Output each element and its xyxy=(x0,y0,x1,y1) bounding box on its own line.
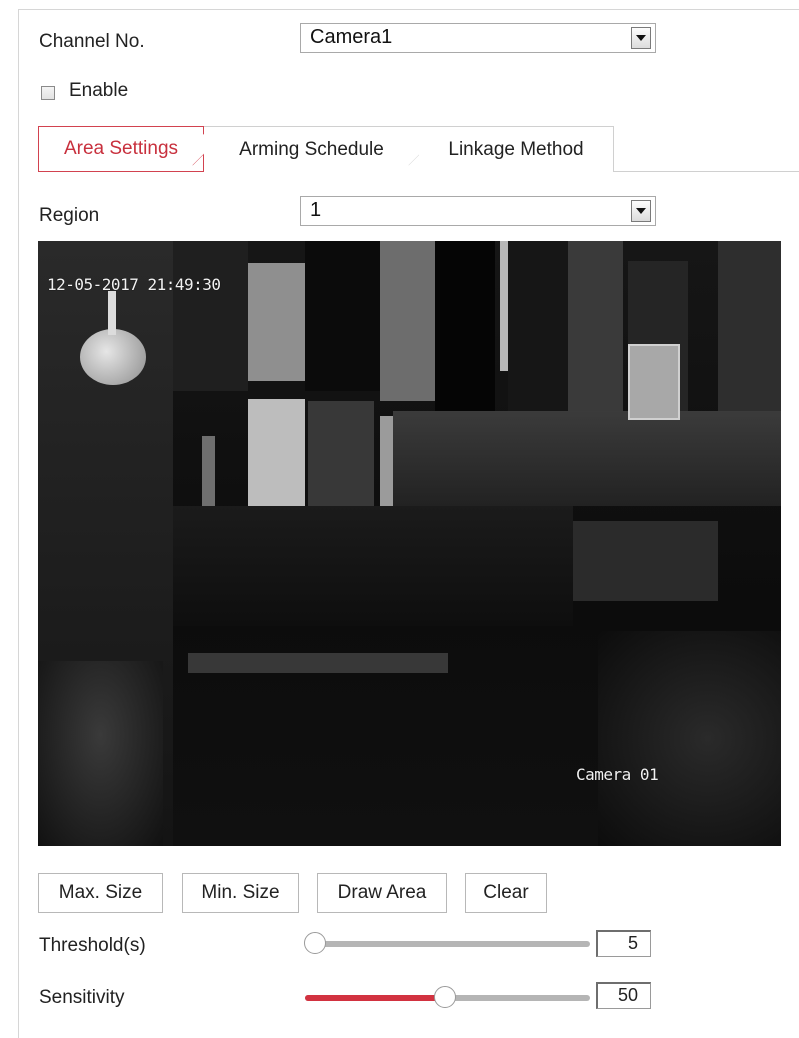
sensitivity-slider-fill xyxy=(305,995,445,1001)
tab-label: Area Settings xyxy=(63,138,179,159)
video-preview[interactable]: 12-05-2017 21:49:30 Camera 01 xyxy=(38,241,781,846)
channel-select-value: Camera1 xyxy=(310,26,393,48)
video-panel xyxy=(435,241,495,421)
video-dome-camera xyxy=(80,329,146,385)
threshold-label: Threshold(s) xyxy=(39,935,146,956)
channel-select[interactable]: Camera1 xyxy=(300,23,656,53)
sensitivity-slider-handle[interactable] xyxy=(434,986,456,1008)
video-bollard xyxy=(202,436,215,506)
video-ground xyxy=(173,506,573,626)
min-size-button[interactable]: Min. Size xyxy=(182,873,299,913)
video-camera-name: Camera 01 xyxy=(576,765,659,784)
chevron-down-icon[interactable] xyxy=(631,27,651,49)
tab-area-settings[interactable]: Area Settings xyxy=(38,126,204,172)
video-panel xyxy=(173,241,248,391)
sensitivity-label: Sensitivity xyxy=(39,987,125,1008)
chevron-down-icon[interactable] xyxy=(631,200,651,222)
video-panel xyxy=(380,241,435,401)
channel-label: Channel No. xyxy=(39,31,145,52)
max-size-button[interactable]: Max. Size xyxy=(38,873,163,913)
video-shrub-right xyxy=(598,631,781,846)
video-panel xyxy=(305,241,380,391)
video-panel xyxy=(508,241,568,421)
enable-checkbox[interactable] xyxy=(41,86,55,100)
tab-label: Arming Schedule xyxy=(239,138,384,160)
region-label: Region xyxy=(39,205,100,226)
draw-area-button[interactable]: Draw Area xyxy=(317,873,447,913)
panel-left-border xyxy=(18,9,19,1038)
tab-label: Linkage Method xyxy=(448,138,584,160)
video-camera-arm xyxy=(108,291,116,335)
region-select[interactable]: 1 xyxy=(300,196,656,226)
video-shrub-left xyxy=(38,661,163,846)
panel-top-border xyxy=(18,9,799,10)
threshold-slider-track[interactable] xyxy=(305,941,590,947)
video-panel xyxy=(568,241,623,421)
video-timestamp: 12-05-2017 21:49:30 xyxy=(47,275,221,294)
video-panel xyxy=(308,401,374,506)
region-select-value: 1 xyxy=(310,199,322,221)
clear-button[interactable]: Clear xyxy=(465,873,547,913)
parking-sign xyxy=(628,344,680,420)
threshold-input[interactable]: 5 xyxy=(596,930,651,957)
sensitivity-input[interactable]: 50 xyxy=(596,982,651,1009)
video-pillar xyxy=(500,241,508,371)
video-reflection xyxy=(188,653,448,673)
enable-label: Enable xyxy=(69,80,129,101)
video-panel xyxy=(248,399,305,507)
tab-arming-schedule[interactable]: Arming Schedule xyxy=(204,126,419,172)
video-canopy xyxy=(393,411,781,506)
tab-linkage-method[interactable]: Linkage Method xyxy=(419,126,614,172)
threshold-slider-handle[interactable] xyxy=(304,932,326,954)
video-panel xyxy=(248,263,305,381)
